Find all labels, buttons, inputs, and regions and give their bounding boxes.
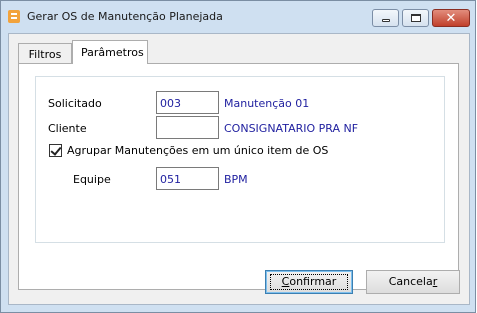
minimize-button[interactable] <box>372 9 399 27</box>
tab-parametros[interactable]: Parâmetros <box>72 40 148 64</box>
equipe-field[interactable]: 051 <box>156 167 219 190</box>
solicitado-field[interactable]: 003 <box>156 91 219 114</box>
focus-indicator <box>270 274 348 290</box>
solicitado-label: Solicitado <box>48 97 102 110</box>
maximize-icon <box>410 14 421 22</box>
parameters-group: Solicitado 003 Manutenção 01 Cliente CON… <box>35 76 445 243</box>
maximize-button[interactable] <box>402 9 429 27</box>
minimize-icon <box>381 19 390 22</box>
cancel-mnemonic: r <box>432 275 438 288</box>
title-bar[interactable]: Gerar OS de Manutenção Planejada ✕ <box>1 1 475 33</box>
cancel-label: Cancela <box>388 275 433 288</box>
tab-filtros[interactable]: Filtros <box>18 43 72 63</box>
close-icon: ✕ <box>445 10 457 26</box>
equipe-description: BPM <box>224 173 248 186</box>
app-icon <box>8 10 20 23</box>
cliente-field[interactable] <box>156 116 219 139</box>
dialog-body: Filtros Parâmetros Solicitado 003 Manute… <box>8 33 470 305</box>
cancel-button[interactable]: Cancelar <box>366 270 460 294</box>
solicitado-description: Manutenção 01 <box>224 97 310 110</box>
agrupar-checkbox[interactable] <box>49 144 62 157</box>
equipe-label: Equipe <box>73 173 111 186</box>
close-button[interactable]: ✕ <box>432 9 470 27</box>
cliente-description: CONSIGNATARIO PRA NF <box>224 122 359 135</box>
cliente-label: Cliente <box>48 122 87 135</box>
confirm-button[interactable]: Confirmar <box>265 270 353 294</box>
agrupar-label[interactable]: Agrupar Manutenções em um único item de … <box>67 144 328 157</box>
window-title: Gerar OS de Manutenção Planejada <box>27 10 223 23</box>
dialog-window: Gerar OS de Manutenção Planejada ✕ Filtr… <box>0 0 476 313</box>
parametros-panel: Solicitado 003 Manutenção 01 Cliente CON… <box>18 63 459 290</box>
